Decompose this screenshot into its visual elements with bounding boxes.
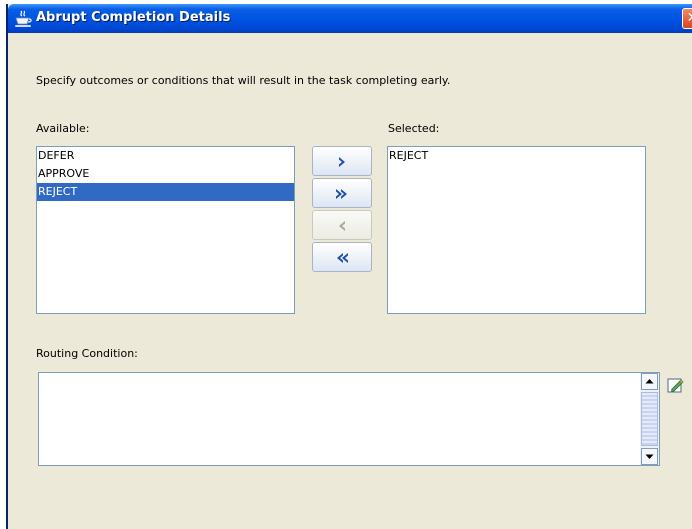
- scroll-thumb[interactable]: [641, 392, 658, 446]
- move-selected-right-button[interactable]: [312, 146, 372, 176]
- list-item[interactable]: APPROVE: [37, 165, 294, 183]
- move-selected-left-button[interactable]: [312, 210, 372, 240]
- chevron-left-icon: [339, 221, 345, 231]
- window-title: Abrupt Completion Details: [36, 10, 231, 25]
- arrow-up-icon: [645, 379, 654, 384]
- move-all-left-button[interactable]: [312, 242, 372, 272]
- double-chevron-right-icon: [336, 189, 347, 199]
- routing-condition-textarea[interactable]: [38, 372, 660, 466]
- close-icon: ✕: [687, 10, 692, 26]
- available-list[interactable]: DEFER APPROVE REJECT: [36, 146, 295, 314]
- scroll-down-button[interactable]: [641, 448, 658, 465]
- available-label: Available:: [36, 122, 90, 135]
- list-item[interactable]: DEFER: [37, 147, 294, 165]
- list-item[interactable]: REJECT: [388, 147, 645, 165]
- list-item-selected[interactable]: REJECT: [37, 183, 294, 201]
- edit-pencil-icon[interactable]: [665, 375, 685, 395]
- arrow-down-icon: [645, 454, 654, 459]
- dialog-window: Abrupt Completion Details ✕ Specify outc…: [6, 4, 692, 529]
- vertical-scrollbar[interactable]: [640, 373, 659, 465]
- double-chevron-left-icon: [337, 253, 348, 263]
- selected-list[interactable]: REJECT: [387, 146, 646, 314]
- dialog-content: Specify outcomes or conditions that will…: [10, 33, 692, 529]
- coffee-cup-icon: [15, 10, 32, 27]
- close-button[interactable]: ✕: [682, 8, 692, 29]
- selected-label: Selected:: [388, 122, 440, 135]
- title-bar[interactable]: Abrupt Completion Details ✕: [8, 4, 692, 33]
- instructions-text: Specify outcomes or conditions that will…: [36, 74, 451, 87]
- move-all-right-button[interactable]: [312, 178, 372, 208]
- scroll-up-button[interactable]: [641, 373, 658, 390]
- routing-condition-label: Routing Condition:: [36, 347, 138, 360]
- chevron-right-icon: [339, 157, 345, 167]
